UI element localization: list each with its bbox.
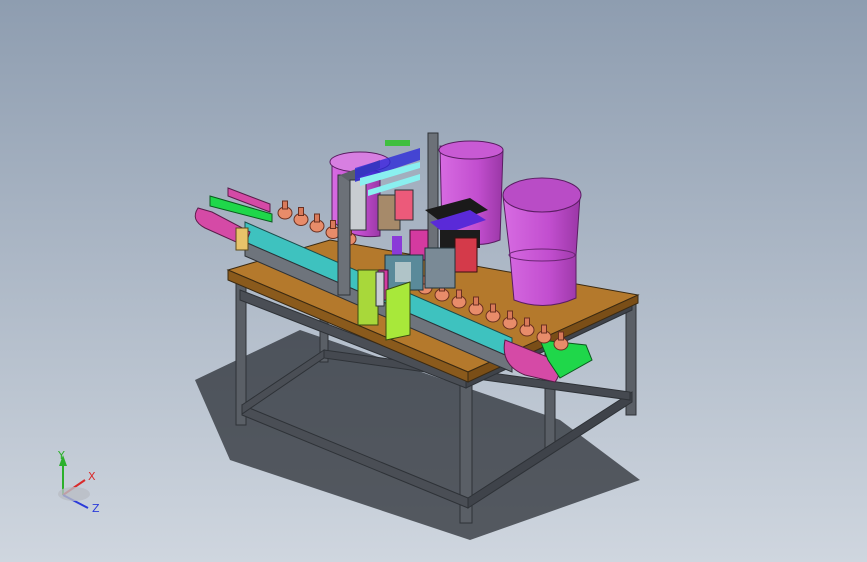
y-axis-label: Y	[57, 449, 65, 462]
z-axis-label: Z	[92, 502, 100, 515]
cad-viewport[interactable]: Y X Z	[0, 0, 867, 562]
cad-model-view[interactable]: Y X Z	[0, 0, 867, 562]
x-axis-label: X	[88, 470, 96, 483]
vibratory-bowl-front	[502, 177, 582, 307]
